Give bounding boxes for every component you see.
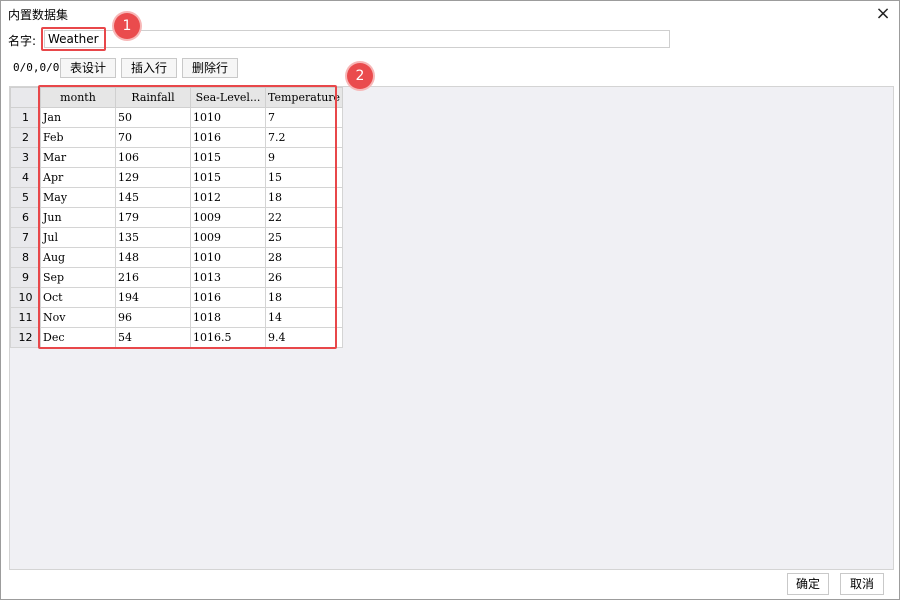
cell-month[interactable]: Dec bbox=[40, 327, 116, 348]
cell-rainfall[interactable]: 70 bbox=[115, 127, 191, 148]
cell-rainfall[interactable]: 106 bbox=[115, 147, 191, 168]
data-grid: month Rainfall Sea-Level... Temperature … bbox=[10, 87, 344, 348]
dialog-title: 内置数据集 bbox=[8, 8, 69, 22]
row-number[interactable]: 11 bbox=[10, 307, 41, 328]
cell-sea-level[interactable]: 1010 bbox=[190, 247, 266, 268]
cell-sea-level[interactable]: 1012 bbox=[190, 187, 266, 208]
cell-month[interactable]: May bbox=[40, 187, 116, 208]
cell-sea-level[interactable]: 1009 bbox=[190, 227, 266, 248]
cancel-button[interactable]: 取消 bbox=[840, 573, 884, 595]
cell-sea-level[interactable]: 1015 bbox=[190, 167, 266, 188]
cell-temperature[interactable]: 18 bbox=[264, 287, 344, 308]
cell-temperature[interactable]: 28 bbox=[264, 247, 344, 268]
data-grid-area: month Rainfall Sea-Level... Temperature … bbox=[9, 86, 894, 570]
table-row: 7 Jul 135 1009 25 bbox=[10, 227, 344, 248]
cell-temperature[interactable]: 9 bbox=[264, 147, 344, 168]
column-header-sea-level[interactable]: Sea-Level... bbox=[190, 87, 266, 108]
cell-sea-level[interactable]: 1016 bbox=[190, 287, 266, 308]
table-row: 12 Dec 54 1016.5 9.4 bbox=[10, 327, 344, 348]
table-row: 8 Aug 148 1010 28 bbox=[10, 247, 344, 268]
cell-month[interactable]: Feb bbox=[40, 127, 116, 148]
row-number[interactable]: 2 bbox=[10, 127, 41, 148]
cell-temperature[interactable]: 25 bbox=[264, 227, 344, 248]
cell-month[interactable]: Nov bbox=[40, 307, 116, 328]
cell-temperature[interactable]: 22 bbox=[264, 207, 344, 228]
cell-sea-level[interactable]: 1018 bbox=[190, 307, 266, 328]
cell-sea-level[interactable]: 1016.5 bbox=[190, 327, 266, 348]
delete-row-button[interactable]: 删除行 bbox=[182, 58, 238, 78]
row-number[interactable]: 4 bbox=[10, 167, 41, 188]
table-row: 3 Mar 106 1015 9 bbox=[10, 147, 344, 168]
annotation-badge-1: 1 bbox=[114, 13, 140, 39]
cell-rainfall[interactable]: 96 bbox=[115, 307, 191, 328]
cell-rainfall[interactable]: 50 bbox=[115, 107, 191, 128]
cell-temperature[interactable]: 14 bbox=[264, 307, 344, 328]
row-number[interactable]: 12 bbox=[10, 327, 41, 348]
cell-temperature[interactable]: 7 bbox=[264, 107, 344, 128]
cell-month[interactable]: Aug bbox=[40, 247, 116, 268]
column-header-month[interactable]: month bbox=[40, 87, 116, 108]
cell-rainfall[interactable]: 194 bbox=[115, 287, 191, 308]
cell-month[interactable]: Apr bbox=[40, 167, 116, 188]
row-number[interactable]: 1 bbox=[10, 107, 41, 128]
row-number[interactable]: 3 bbox=[10, 147, 41, 168]
table-row: 11 Nov 96 1018 14 bbox=[10, 307, 344, 328]
cell-position-indicator: 0/0,0/0 bbox=[13, 61, 60, 74]
cell-rainfall[interactable]: 54 bbox=[115, 327, 191, 348]
cell-month[interactable]: Sep bbox=[40, 267, 116, 288]
corner-cell bbox=[10, 87, 41, 108]
close-icon[interactable]: × bbox=[869, 3, 897, 25]
table-row: 9 Sep 216 1013 26 bbox=[10, 267, 344, 288]
table-row: 5 May 145 1012 18 bbox=[10, 187, 344, 208]
table-row: 4 Apr 129 1015 15 bbox=[10, 167, 344, 188]
table-row: 1 Jan 50 1010 7 bbox=[10, 107, 344, 128]
row-number[interactable]: 5 bbox=[10, 187, 41, 208]
annotation-badge-2: 2 bbox=[347, 63, 373, 89]
cell-month[interactable]: Jul bbox=[40, 227, 116, 248]
name-label: 名字: bbox=[8, 34, 37, 48]
header-row: month Rainfall Sea-Level... Temperature bbox=[10, 87, 344, 108]
row-number[interactable]: 10 bbox=[10, 287, 41, 308]
row-number[interactable]: 7 bbox=[10, 227, 41, 248]
cell-sea-level[interactable]: 1013 bbox=[190, 267, 266, 288]
cell-temperature[interactable]: 15 bbox=[264, 167, 344, 188]
table-design-button[interactable]: 表设计 bbox=[60, 58, 116, 78]
cell-temperature[interactable]: 9.4 bbox=[264, 327, 344, 348]
cell-rainfall[interactable]: 216 bbox=[115, 267, 191, 288]
table-row: 6 Jun 179 1009 22 bbox=[10, 207, 344, 228]
table-row: 2 Feb 70 1016 7.2 bbox=[10, 127, 344, 148]
cell-month[interactable]: Mar bbox=[40, 147, 116, 168]
insert-row-button[interactable]: 插入行 bbox=[121, 58, 177, 78]
cell-rainfall[interactable]: 145 bbox=[115, 187, 191, 208]
cell-sea-level[interactable]: 1015 bbox=[190, 147, 266, 168]
cell-rainfall[interactable]: 129 bbox=[115, 167, 191, 188]
column-header-rainfall[interactable]: Rainfall bbox=[115, 87, 191, 108]
column-header-temperature[interactable]: Temperature bbox=[264, 87, 344, 108]
cell-rainfall[interactable]: 148 bbox=[115, 247, 191, 268]
cell-sea-level[interactable]: 1009 bbox=[190, 207, 266, 228]
cell-temperature[interactable]: 26 bbox=[264, 267, 344, 288]
cell-rainfall[interactable]: 135 bbox=[115, 227, 191, 248]
row-number[interactable]: 6 bbox=[10, 207, 41, 228]
builtin-dataset-dialog: 内置数据集 × 名字: 1 0/0,0/0 表设计 插入行 删除行 month … bbox=[0, 0, 900, 600]
table-row: 10 Oct 194 1016 18 bbox=[10, 287, 344, 308]
cell-month[interactable]: Oct bbox=[40, 287, 116, 308]
cell-month[interactable]: Jan bbox=[40, 107, 116, 128]
ok-button[interactable]: 确定 bbox=[787, 573, 829, 595]
cell-rainfall[interactable]: 179 bbox=[115, 207, 191, 228]
row-number[interactable]: 8 bbox=[10, 247, 41, 268]
cell-sea-level[interactable]: 1016 bbox=[190, 127, 266, 148]
cell-month[interactable]: Jun bbox=[40, 207, 116, 228]
cell-temperature[interactable]: 7.2 bbox=[264, 127, 344, 148]
cell-sea-level[interactable]: 1010 bbox=[190, 107, 266, 128]
cell-temperature[interactable]: 18 bbox=[264, 187, 344, 208]
row-number[interactable]: 9 bbox=[10, 267, 41, 288]
